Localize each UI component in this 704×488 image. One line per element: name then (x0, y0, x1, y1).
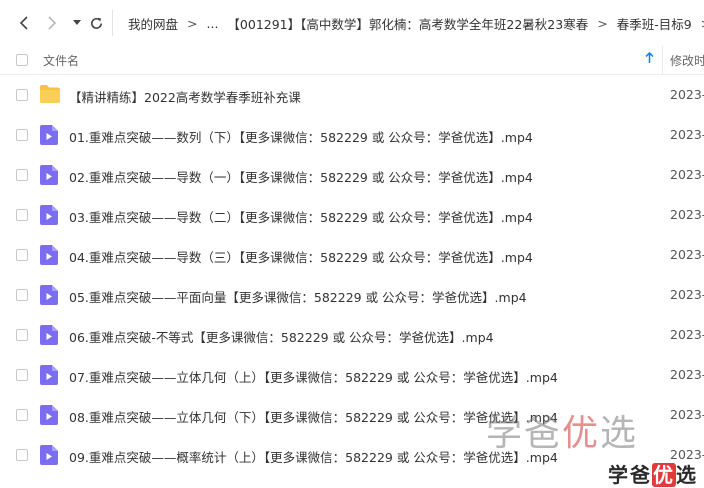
row-checkbox[interactable] (16, 409, 28, 421)
video-file-icon (40, 365, 60, 385)
chevron-left-icon (19, 16, 28, 30)
file-name[interactable]: 01.重难点突破——数列（下）【更多课微信：582229 或 公众号：学爸优选】… (69, 127, 533, 146)
file-name[interactable]: 07.重难点突破——立体几何（上）【更多课微信：582229 或 公众号：学爸优… (69, 367, 558, 386)
file-row[interactable]: 07.重难点突破——立体几何（上）【更多课微信：582229 或 公众号：学爸优… (0, 355, 704, 395)
watermark-large: 学爸优选 (486, 413, 639, 454)
video-file-icon (40, 205, 60, 225)
file-row[interactable]: 04.重难点突破——导数（三）【更多课微信：582229 或 公众号：学爸优选】… (0, 235, 704, 275)
row-checkbox[interactable] (16, 209, 28, 221)
modified-date: 2023- (670, 327, 704, 342)
modified-date: 2023- (670, 167, 704, 182)
file-name[interactable]: 02.重难点突破——导数（一）【更多课微信：582229 或 公众号：学爸优选】… (69, 167, 533, 186)
modified-date: 2023- (670, 207, 704, 222)
breadcrumb-course-folder[interactable]: 【001291】【高中数学】郭化楠：高考数学全年班22暑秋23寒春 (227, 14, 588, 33)
chevron-right-icon (48, 16, 57, 30)
file-row[interactable]: 02.重难点突破——导数（一）【更多课微信：582229 或 公众号：学爸优选】… (0, 155, 704, 195)
refresh-icon (90, 17, 102, 29)
breadcrumb-separator: > (597, 15, 608, 31)
file-name[interactable]: 03.重难点突破——导数（二）【更多课微信：582229 或 公众号：学爸优选】… (69, 207, 533, 226)
video-file-icon (40, 285, 60, 305)
modified-date: 2023- (670, 287, 704, 302)
folder-row[interactable]: 【精讲精练】2022高考数学春季班补充课 2023- (0, 75, 704, 115)
row-checkbox[interactable] (16, 129, 28, 141)
file-row[interactable]: 03.重难点突破——导数（二）【更多课微信：582229 或 公众号：学爸优选】… (0, 195, 704, 235)
breadcrumb-root[interactable]: 我的网盘 (128, 14, 178, 33)
back-button[interactable] (14, 12, 34, 34)
folder-name[interactable]: 【精讲精练】2022高考数学春季班补充课 (69, 87, 301, 106)
history-dropdown-button[interactable] (67, 12, 87, 34)
breadcrumb: 我的网盘 > ... 【001291】【高中数学】郭化楠：高考数学全年班22暑秋… (128, 0, 704, 46)
row-checkbox[interactable] (16, 89, 28, 101)
video-file-icon (40, 165, 60, 185)
breadcrumb-separator: > (187, 15, 198, 31)
column-header-name[interactable]: 文件名 (43, 52, 79, 69)
modified-date: 2023- (670, 127, 704, 142)
video-file-icon (40, 125, 60, 145)
file-name[interactable]: 05.重难点突破——平面向量【更多课微信：582229 或 公众号：学爸优选】.… (69, 287, 527, 306)
row-checkbox[interactable] (16, 369, 28, 381)
folder-icon (40, 85, 60, 105)
file-name[interactable]: 04.重难点突破——导数（三）【更多课微信：582229 或 公众号：学爸优选】… (69, 247, 533, 266)
select-all-checkbox[interactable] (16, 54, 28, 66)
watermark-small: 学爸优选 (608, 463, 698, 487)
row-checkbox[interactable] (16, 289, 28, 301)
navigation-bar: 我的网盘 > ... 【001291】【高中数学】郭化楠：高考数学全年班22暑秋… (0, 0, 704, 46)
forward-button[interactable] (42, 12, 62, 34)
modified-date: 2023- (670, 247, 704, 262)
breadcrumb-separator: > (701, 16, 704, 31)
modified-date: 2023- (670, 367, 704, 382)
modified-date: 2023- (670, 407, 704, 422)
video-file-icon (40, 325, 60, 345)
file-row[interactable]: 06.重难点突破-不等式【更多课微信：582229 或 公众号：学爸优选】.mp… (0, 315, 704, 355)
breadcrumb-current-folder[interactable]: 春季班-目标9 (617, 14, 692, 33)
sort-arrow-up-icon[interactable] (645, 52, 654, 64)
column-header-modified[interactable]: 修改时 (670, 52, 704, 69)
breadcrumb-ellipsis[interactable]: ... (207, 16, 219, 31)
refresh-button[interactable] (86, 12, 106, 34)
modified-date: 2023- (670, 87, 704, 102)
file-row[interactable]: 01.重难点突破——数列（下）【更多课微信：582229 或 公众号：学爸优选】… (0, 115, 704, 155)
row-checkbox[interactable] (16, 169, 28, 181)
row-checkbox[interactable] (16, 249, 28, 261)
file-name[interactable]: 08.重难点突破——立体几何（下）【更多课微信：582229 或 公众号：学爸优… (69, 407, 558, 426)
row-checkbox[interactable] (16, 449, 28, 461)
video-file-icon (40, 445, 60, 465)
caret-down-icon (73, 20, 81, 25)
video-file-icon (40, 245, 60, 265)
file-name[interactable]: 06.重难点突破-不等式【更多课微信：582229 或 公众号：学爸优选】.mp… (69, 327, 494, 346)
file-list-header: 文件名 修改时 (0, 46, 704, 75)
file-row[interactable]: 05.重难点突破——平面向量【更多课微信：582229 或 公众号：学爸优选】.… (0, 275, 704, 315)
row-checkbox[interactable] (16, 329, 28, 341)
nav-divider (112, 10, 113, 36)
column-divider[interactable] (662, 46, 663, 74)
video-file-icon (40, 405, 60, 425)
file-name[interactable]: 09.重难点突破——概率统计（上）【更多课微信：582229 或 公众号：学爸优… (69, 447, 558, 466)
